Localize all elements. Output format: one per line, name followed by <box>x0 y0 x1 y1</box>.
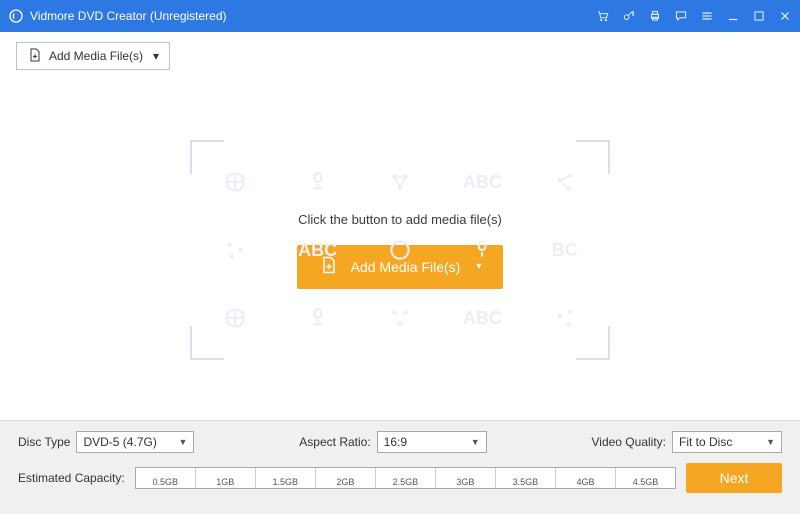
app-title: Vidmore DVD Creator (Unregistered) <box>30 9 227 23</box>
drop-frame: ABC ABC BC ABC Click the button to add m… <box>190 140 610 360</box>
gauge-tick: 2GB <box>316 468 376 488</box>
frame-corner <box>190 326 224 360</box>
add-media-button[interactable]: Add Media File(s) ▾ <box>16 42 170 70</box>
frame-corner <box>576 326 610 360</box>
gauge-tick: 2.5GB <box>376 468 436 488</box>
license-state-text: (Unregistered) <box>150 9 227 23</box>
gauge-tick: 0.5GB <box>136 468 196 488</box>
settings-row: Disc Type DVD-5 (4.7G) ▼ Aspect Ratio: 1… <box>18 431 782 453</box>
disc-type-value: DVD-5 (4.7G) <box>83 435 156 449</box>
gauge-tick: 3GB <box>436 468 496 488</box>
frame-corner <box>190 140 224 174</box>
capacity-row: Estimated Capacity: 0.5GB 1GB 1.5GB 2GB … <box>18 463 782 493</box>
next-button[interactable]: Next <box>686 463 782 493</box>
app-name-text: Vidmore DVD Creator <box>30 9 146 23</box>
main-area: ABC ABC BC ABC Click the button to add m… <box>0 80 800 420</box>
titlebar: Vidmore DVD Creator (Unregistered) <box>0 0 800 32</box>
add-media-label: Add Media File(s) <box>49 49 143 63</box>
app-logo-icon <box>8 8 24 24</box>
key-icon[interactable] <box>622 9 636 23</box>
add-media-main-label: Add Media File(s) <box>351 259 461 275</box>
capacity-gauge: 0.5GB 1GB 1.5GB 2GB 2.5GB 3GB 3.5GB 4GB … <box>135 467 676 489</box>
gauge-tick: 4.5GB <box>616 468 675 488</box>
chevron-down-icon: ▼ <box>766 437 775 447</box>
chevron-down-icon: ▼ <box>179 437 188 447</box>
chevron-down-icon: ▾ <box>476 261 481 272</box>
gauge-tick: 4GB <box>556 468 616 488</box>
capacity-label: Estimated Capacity: <box>18 471 125 485</box>
aspect-ratio-label: Aspect Ratio: <box>299 435 370 449</box>
gauge-tick: 1.5GB <box>256 468 316 488</box>
chat-icon[interactable] <box>674 9 688 23</box>
printer-icon[interactable] <box>648 9 662 23</box>
close-icon[interactable] <box>778 9 792 23</box>
aspect-ratio-value: 16:9 <box>384 435 407 449</box>
chevron-down-icon: ▾ <box>153 49 159 63</box>
maximize-icon[interactable] <box>752 9 766 23</box>
drop-hint-text: Click the button to add media file(s) <box>298 212 502 227</box>
bottom-bar: Disc Type DVD-5 (4.7G) ▼ Aspect Ratio: 1… <box>0 420 800 514</box>
menu-icon[interactable] <box>700 9 714 23</box>
toolbar: Add Media File(s) ▾ <box>0 32 800 80</box>
gauge-tick: 3.5GB <box>496 468 556 488</box>
file-add-icon <box>27 47 43 66</box>
file-add-icon <box>319 255 339 278</box>
gauge-tick: 1GB <box>196 468 256 488</box>
frame-corner <box>576 140 610 174</box>
titlebar-icons <box>596 9 792 23</box>
video-quality-label: Video Quality: <box>592 435 667 449</box>
cart-icon[interactable] <box>596 9 610 23</box>
aspect-ratio-combo[interactable]: 16:9 ▼ <box>377 431 487 453</box>
chevron-down-icon: ▼ <box>471 437 480 447</box>
add-media-button-main[interactable]: Add Media File(s) ▾ <box>297 245 504 289</box>
minimize-icon[interactable] <box>726 9 740 23</box>
video-quality-value: Fit to Disc <box>679 435 732 449</box>
disc-type-label: Disc Type <box>18 435 70 449</box>
disc-type-combo[interactable]: DVD-5 (4.7G) ▼ <box>76 431 194 453</box>
video-quality-combo[interactable]: Fit to Disc ▼ <box>672 431 782 453</box>
